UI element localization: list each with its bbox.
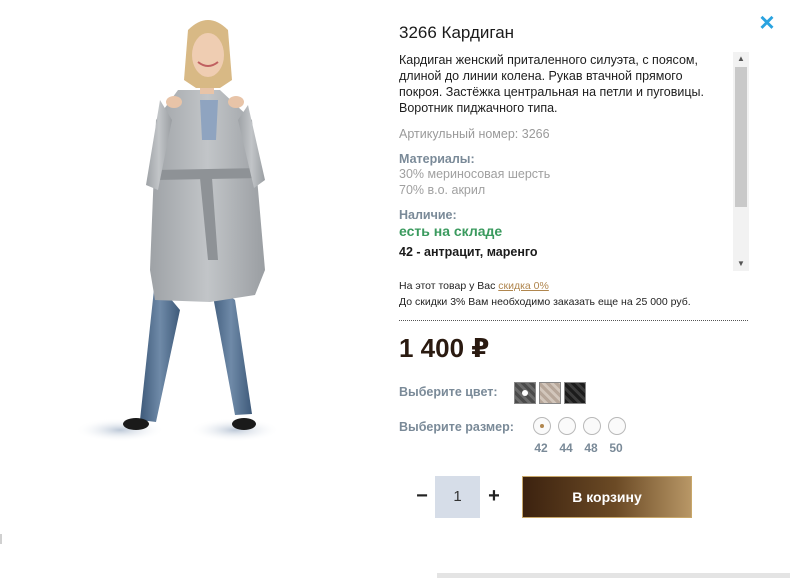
discount-prefix: На этот товар у Вас xyxy=(399,280,496,292)
color-picker-label: Выберите цвет: xyxy=(399,385,498,399)
quantity-input[interactable]: 1 xyxy=(435,476,480,518)
quantity-decrease-button[interactable]: − xyxy=(412,485,432,507)
bottom-scrollbar[interactable] xyxy=(437,573,790,578)
price: 1 400 ₽ xyxy=(399,333,490,363)
color-swatch-anthracite[interactable] xyxy=(514,382,536,404)
product-description: Кардиган женский приталенного силуэта, с… xyxy=(399,53,704,115)
size-picker-label: Выберите размер: xyxy=(399,420,514,434)
size-radio-44[interactable] xyxy=(558,417,576,435)
scroll-thumb[interactable] xyxy=(735,67,747,207)
article-number: Артикульный номер: 3266 xyxy=(399,127,550,141)
size-label-44: 44 xyxy=(559,441,573,455)
availability-label: Наличие: xyxy=(399,208,457,222)
add-to-cart-button[interactable]: В корзину xyxy=(522,476,692,518)
discount-info: На этот товар у Вас скидка 0% xyxy=(399,280,549,292)
size-label-48: 48 xyxy=(584,441,598,455)
size-label-50: 50 xyxy=(609,441,623,455)
scroll-down-arrow-icon[interactable]: ▼ xyxy=(733,257,749,271)
material-line: 30% мериносовая шерсть xyxy=(399,167,551,181)
size-radio-42[interactable] xyxy=(533,417,551,435)
size-colors-line: 42 - антрацит, маренго xyxy=(399,245,538,259)
quantity-increase-button[interactable]: + xyxy=(484,485,504,507)
description-scrollbar[interactable]: ▲ ▼ xyxy=(733,52,749,271)
size-label-42: 42 xyxy=(534,441,548,455)
materials-label: Материалы: xyxy=(399,152,475,166)
material-line: 70% в.о. акрил xyxy=(399,183,486,197)
color-swatch-beige[interactable] xyxy=(539,382,561,404)
size-radio-48[interactable] xyxy=(583,417,601,435)
size-radio-50[interactable] xyxy=(608,417,626,435)
close-icon[interactable]: × xyxy=(756,9,778,35)
product-photo xyxy=(60,10,320,470)
discount-link[interactable]: скидка 0% xyxy=(498,280,549,292)
discount-requirement: До скидки 3% Вам необходимо заказать еще… xyxy=(399,296,691,308)
selected-dot-icon xyxy=(522,390,528,396)
edge-marker xyxy=(0,534,2,544)
divider xyxy=(399,320,748,321)
description-panel[interactable]: Кардиган женский приталенного силуэта, с… xyxy=(399,52,749,272)
color-swatch-black[interactable] xyxy=(564,382,586,404)
model-in-cardigan-image xyxy=(75,20,280,442)
scroll-up-arrow-icon[interactable]: ▲ xyxy=(733,52,749,66)
product-title: 3266 Кардиган xyxy=(399,23,515,42)
availability-value: есть на складе xyxy=(399,223,503,239)
